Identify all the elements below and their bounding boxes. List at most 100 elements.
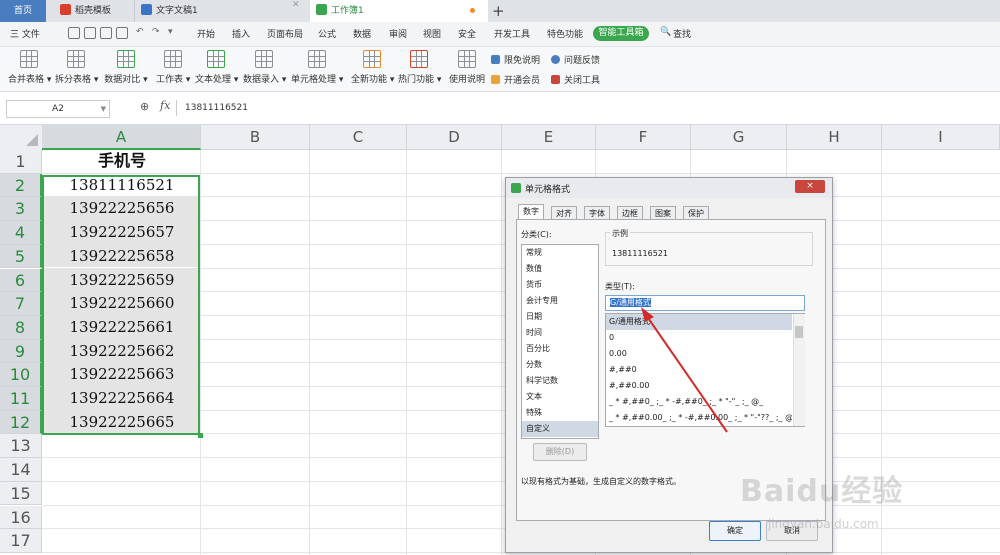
feedback-link[interactable]: 问题反馈 bbox=[551, 53, 600, 66]
data-compare-button[interactable]: 数据对比 ▾ bbox=[104, 50, 148, 85]
category-item[interactable]: 科学记数 bbox=[522, 373, 598, 389]
menu-developer[interactable]: 开发工具 bbox=[494, 27, 530, 40]
row-header-10[interactable]: 10 bbox=[0, 363, 42, 387]
usage-guide-button[interactable]: 使用说明 bbox=[449, 50, 485, 85]
cell-a10[interactable]: 13922225663 bbox=[43, 363, 201, 386]
type-option[interactable]: G/通用格式 bbox=[606, 314, 792, 330]
row-header-4[interactable]: 4 bbox=[0, 221, 42, 245]
row-header-17[interactable]: 17 bbox=[0, 529, 42, 553]
tab-templates[interactable]: 稻壳模板 bbox=[54, 0, 136, 22]
free-info-link[interactable]: 限免说明 bbox=[491, 53, 540, 66]
tab-document[interactable]: 文字文稿1 bbox=[134, 0, 311, 22]
cell-a2[interactable]: 13811116521 bbox=[43, 174, 201, 197]
column-header-b[interactable]: B bbox=[201, 125, 310, 150]
type-list[interactable]: _ * #,##0.00_ ;_ * -#,##0.00_ ;_ * "-"??… bbox=[605, 313, 805, 427]
column-header-f[interactable]: F bbox=[596, 125, 691, 150]
type-list-scrollbar[interactable] bbox=[793, 314, 805, 426]
menu-view[interactable]: 视图 bbox=[423, 27, 441, 40]
category-item[interactable]: 日期 bbox=[522, 309, 598, 325]
row-header-11[interactable]: 11 bbox=[0, 387, 42, 411]
category-item[interactable]: 特殊 bbox=[522, 405, 598, 421]
print-icon[interactable] bbox=[100, 27, 112, 39]
menu-security[interactable]: 安全 bbox=[458, 27, 476, 40]
undo-icon[interactable]: ↶ bbox=[136, 27, 144, 37]
text-processing-button[interactable]: 文本处理 ▾ bbox=[195, 50, 238, 85]
row-header-16[interactable]: 16 bbox=[0, 505, 42, 530]
cell-a1-header[interactable]: 手机号 bbox=[43, 150, 201, 173]
column-header-i[interactable]: I bbox=[882, 125, 1000, 150]
close-tools-link[interactable]: 关闭工具 bbox=[551, 73, 600, 86]
menu-special[interactable]: 特色功能 bbox=[547, 27, 583, 40]
dialog-titlebar[interactable]: 单元格格式 × bbox=[506, 178, 832, 198]
column-header-h[interactable]: H bbox=[787, 125, 882, 150]
cell-a12[interactable]: 13922225665 bbox=[43, 410, 201, 434]
row-header-7[interactable]: 7 bbox=[0, 292, 42, 316]
tab-workbook[interactable]: 工作簿1 bbox=[310, 0, 488, 22]
tab-alignment[interactable]: 对齐 bbox=[551, 206, 577, 220]
category-item[interactable]: 百分比 bbox=[522, 341, 598, 357]
menu-file[interactable]: 三 文件 bbox=[10, 27, 40, 40]
menu-formula[interactable]: 公式 bbox=[318, 27, 336, 40]
merge-tables-button[interactable]: 合并表格 ▾ bbox=[8, 50, 51, 85]
cell-a7[interactable]: 13922225660 bbox=[43, 292, 201, 315]
tab-protection[interactable]: 保护 bbox=[683, 206, 709, 220]
fill-handle[interactable] bbox=[198, 433, 203, 438]
function-icon[interactable]: fx bbox=[160, 99, 170, 112]
scroll-thumb[interactable] bbox=[795, 326, 803, 338]
row-header-3[interactable]: 3 bbox=[0, 197, 42, 222]
row-header-8[interactable]: 8 bbox=[0, 315, 42, 340]
cell-a3[interactable]: 13922225656 bbox=[43, 197, 201, 221]
menu-insert[interactable]: 插入 bbox=[232, 27, 250, 40]
column-header-c[interactable]: C bbox=[310, 125, 407, 150]
category-item[interactable]: 文本 bbox=[522, 389, 598, 405]
export-icon[interactable] bbox=[84, 27, 96, 39]
menu-page-layout[interactable]: 页面布局 bbox=[267, 27, 303, 40]
category-item[interactable]: 会计专用 bbox=[522, 293, 598, 309]
type-option[interactable]: #,##0 bbox=[606, 362, 792, 378]
chevron-down-icon[interactable]: ▼ bbox=[101, 101, 106, 117]
row-header-12[interactable]: 12 bbox=[0, 410, 42, 435]
tab-font[interactable]: 字体 bbox=[584, 206, 610, 220]
column-header-d[interactable]: D bbox=[407, 125, 502, 150]
cell-a5[interactable]: 13922225658 bbox=[43, 244, 201, 268]
worksheet-button[interactable]: 工作表 ▾ bbox=[156, 50, 190, 85]
open-membership-link[interactable]: 开通会员 bbox=[491, 73, 540, 86]
row-header-15[interactable]: 15 bbox=[0, 481, 42, 506]
redo-icon[interactable]: ↷ bbox=[152, 27, 160, 37]
search-icon[interactable]: 🔍 bbox=[660, 27, 671, 37]
smart-toolbox-tab[interactable]: 智能工具箱 bbox=[593, 26, 649, 41]
zoom-icon[interactable]: ⊕ bbox=[140, 100, 149, 113]
new-features-button[interactable]: 全新功能 ▾ bbox=[351, 50, 394, 85]
search-label[interactable]: 查找 bbox=[673, 27, 691, 40]
popular-features-button[interactable]: 热门功能 ▾ bbox=[398, 50, 441, 85]
column-header-e[interactable]: E bbox=[502, 125, 596, 150]
column-header-g[interactable]: G bbox=[691, 125, 787, 150]
row-header-14[interactable]: 14 bbox=[0, 458, 42, 482]
cell-a8[interactable]: 13922225661 bbox=[43, 315, 201, 339]
preview-icon[interactable] bbox=[116, 27, 128, 39]
more-dropdown-icon[interactable]: ▾ bbox=[168, 27, 173, 37]
category-item[interactable]: 时间 bbox=[522, 325, 598, 341]
category-item[interactable]: 分数 bbox=[522, 357, 598, 373]
type-option[interactable]: #,##0.00 bbox=[606, 378, 792, 394]
category-item[interactable]: 货币 bbox=[522, 277, 598, 293]
cell-a9[interactable]: 13922225662 bbox=[43, 339, 201, 363]
row-header-6[interactable]: 6 bbox=[0, 268, 42, 293]
menu-start[interactable]: 开始 bbox=[197, 27, 215, 40]
close-icon[interactable]: ✕ bbox=[292, 0, 300, 10]
tab-pattern[interactable]: 图案 bbox=[650, 206, 676, 220]
cell-a6[interactable]: 13922225659 bbox=[43, 268, 201, 292]
category-item[interactable]: 自定义 bbox=[522, 421, 598, 437]
delete-button[interactable]: 删除(D) bbox=[533, 443, 587, 461]
save-icon[interactable] bbox=[68, 27, 80, 39]
cell-a11[interactable]: 13922225664 bbox=[43, 387, 201, 410]
new-tab-button[interactable]: + bbox=[492, 0, 505, 22]
row-header-1[interactable]: 1 bbox=[0, 150, 42, 174]
split-table-button[interactable]: 拆分表格 ▾ bbox=[55, 50, 98, 85]
row-header-5[interactable]: 5 bbox=[0, 244, 42, 269]
dialog-close-button[interactable]: × bbox=[795, 180, 825, 193]
type-input[interactable]: G/通用格式 bbox=[605, 295, 805, 311]
cell-processing-button[interactable]: 单元格处理 ▾ bbox=[291, 50, 343, 85]
category-item[interactable]: 常规 bbox=[522, 245, 598, 261]
type-option[interactable]: _ * #,##0.00_ ;_ * -#,##0.00_ ;_ * "-"??… bbox=[606, 410, 792, 426]
